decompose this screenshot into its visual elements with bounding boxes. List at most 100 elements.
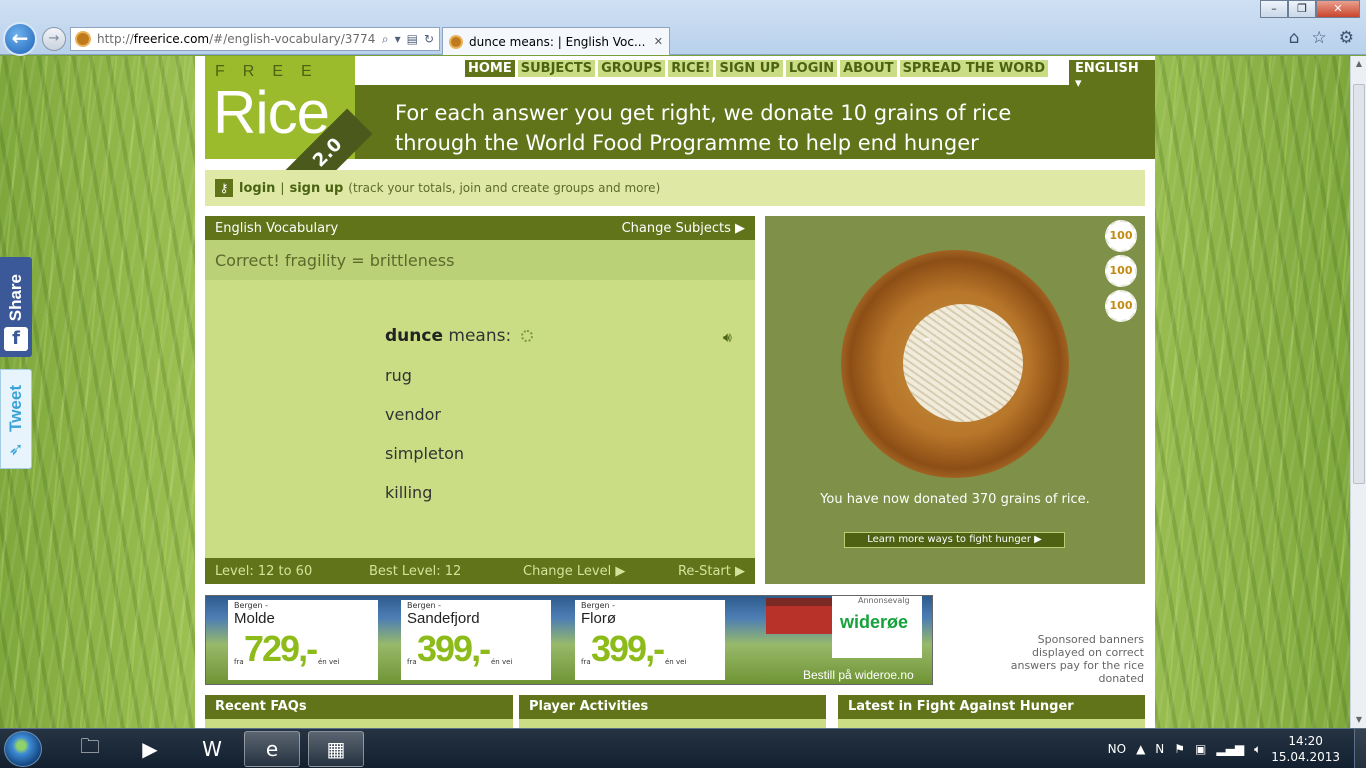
language-selector[interactable]: ENGLISH ▾ xyxy=(1069,60,1155,92)
ad-choices-link[interactable]: Annonsevalg xyxy=(858,596,910,605)
banner-line-1: For each answer you get right, we donate… xyxy=(395,101,1012,125)
signup-link[interactable]: sign up xyxy=(289,181,343,196)
twitter-bird-icon: ➶ xyxy=(8,439,24,460)
action-center-flag-icon[interactable]: ⚑ xyxy=(1174,742,1185,756)
word-icon[interactable]: W xyxy=(184,731,240,767)
share-label: Share xyxy=(6,273,25,321)
url-host: freerice.com xyxy=(133,32,210,46)
question: dunce means: xyxy=(385,326,533,346)
answer-option[interactable]: simpleton xyxy=(385,444,464,483)
nav-spread-the-word[interactable]: SPREAD THE WORD xyxy=(899,60,1049,77)
level-range: Level: 12 to 60 xyxy=(215,563,313,579)
tab-favicon-icon xyxy=(449,34,463,49)
browser-chrome: – ❐ ✕ ← → http://freerice.com/#/english-… xyxy=(0,0,1366,56)
show-desktop-button[interactable] xyxy=(1354,729,1366,768)
home-icon[interactable]: ⌂ xyxy=(1289,28,1300,48)
explorer-folder-icon[interactable]: 🗀︎ xyxy=(62,731,118,767)
volume-icon[interactable]: 🔈︎ xyxy=(1254,742,1261,757)
rice-panel: 100 100 100 You have now donated 370 gra… xyxy=(765,216,1145,584)
restart-link[interactable]: Re-Start ▶ xyxy=(678,564,745,579)
freerice-logo[interactable]: FREE Rice 2.0 xyxy=(205,56,373,198)
banner-text: For each answer you get right, we donate… xyxy=(395,98,1011,158)
refresh-icon[interactable]: ↻ xyxy=(424,32,434,47)
question-means: means: xyxy=(448,326,512,346)
login-separator: | xyxy=(280,181,285,195)
favorites-star-icon[interactable]: ☆ xyxy=(1312,28,1327,48)
answer-option[interactable]: rug xyxy=(385,366,464,405)
ad-banner[interactable]: Bergen - Molde 729,- fra én vei Bergen -… xyxy=(205,595,933,685)
vertical-scrollbar[interactable]: ▲ ▼ xyxy=(1350,56,1366,728)
ad-fare-card[interactable]: Bergen - Florø 399,- fra én vei xyxy=(575,600,725,680)
ad-fra: fra xyxy=(234,658,244,666)
ad-one-way: én vei xyxy=(491,658,513,666)
coin-100-badge: 100 xyxy=(1105,255,1137,287)
ad-city: Sandefjord xyxy=(407,610,480,627)
compat-view-icon[interactable]: ▤ xyxy=(407,32,418,47)
nav-home[interactable]: HOME xyxy=(465,60,515,77)
tab-title: dunce means: | English Voc... xyxy=(469,34,646,49)
twitter-tweet-tab[interactable]: Tweet ➶ xyxy=(0,369,32,469)
dropdown-arrow-icon[interactable]: ▾ xyxy=(395,32,401,47)
wideroe-logo: widerøe xyxy=(832,596,922,658)
nav-rice[interactable]: RICE! xyxy=(668,60,714,77)
windows-taskbar: 🗀︎ ▶ W e ▦ NO ▲ N ⚑ ▣ ▂▄▆ 🔈︎ 14:20 15.04… xyxy=(0,728,1366,768)
scrollbar-thumb[interactable] xyxy=(1353,84,1365,484)
question-word: dunce xyxy=(385,326,443,346)
forward-button[interactable]: → xyxy=(42,27,66,51)
browser-tab-active[interactable]: dunce means: | English Voc... ✕ xyxy=(442,27,670,55)
tray-expand-icon[interactable]: ▲ xyxy=(1136,742,1145,756)
clock-time: 14:20 xyxy=(1288,734,1323,748)
tab-close-icon[interactable]: ✕ xyxy=(654,35,663,48)
coin-100-badge: 100 xyxy=(1105,290,1137,322)
answer-option[interactable]: vendor xyxy=(385,405,464,444)
device-icon[interactable]: ▣ xyxy=(1195,742,1206,756)
latest-hunger-title: Latest in Fight Against Hunger xyxy=(838,695,1145,719)
rice-grains xyxy=(903,304,1023,422)
best-level: Best Level: 12 xyxy=(369,563,462,579)
scroll-down-icon[interactable]: ▼ xyxy=(1351,712,1366,728)
ad-fra: fra xyxy=(581,658,591,666)
media-player-icon[interactable]: ▶ xyxy=(122,731,178,767)
close-button[interactable]: ✕ xyxy=(1316,0,1360,18)
scroll-up-icon[interactable]: ▲ xyxy=(1351,56,1366,72)
network-signal-icon[interactable]: ▂▄▆ xyxy=(1216,742,1244,756)
answer-list: rug vendor simpleton killing xyxy=(385,366,464,522)
logo-rice-text: Rice xyxy=(213,79,330,146)
ad-fare-card[interactable]: Bergen - Molde 729,- fra én vei xyxy=(228,600,378,680)
login-link[interactable]: login xyxy=(239,181,275,196)
minimize-button[interactable]: – xyxy=(1260,0,1288,18)
change-subjects-link[interactable]: Change Subjects ▶ xyxy=(622,221,745,236)
learn-more-button[interactable]: Learn more ways to fight hunger ▶ xyxy=(844,532,1065,548)
browser-toolbar-right: ⌂ ☆ ⚙ xyxy=(1289,28,1354,48)
previous-result: Correct! fragility = brittleness xyxy=(205,240,755,280)
player-activities-panel: Player Activities xyxy=(519,695,826,728)
recent-faqs-title: Recent FAQs xyxy=(205,695,513,719)
sticky-notes-icon[interactable]: ▦ xyxy=(308,731,364,767)
login-hint: (track your totals, join and create grou… xyxy=(348,181,661,195)
nav-subjects[interactable]: SUBJECTS xyxy=(517,60,596,77)
start-button[interactable] xyxy=(4,731,42,767)
keyboard-language[interactable]: NO xyxy=(1108,742,1126,756)
ad-cta[interactable]: Bestill på wideroe.no xyxy=(803,668,914,682)
url-path: /#/english-vocabulary/3774 xyxy=(209,32,376,46)
search-icon[interactable]: ⌕ xyxy=(382,32,389,47)
address-bar[interactable]: http://freerice.com/#/english-vocabulary… xyxy=(70,27,440,51)
quiz-footer: Level: 12 to 60 Best Level: 12 Change Le… xyxy=(205,558,755,584)
ad-fare-card[interactable]: Bergen - Sandefjord 399,- fra én vei xyxy=(401,600,551,680)
clock[interactable]: 14:20 15.04.2013 xyxy=(1271,733,1340,765)
nav-groups[interactable]: GROUPS xyxy=(598,60,666,77)
settings-gear-icon[interactable]: ⚙ xyxy=(1339,28,1354,48)
nav-about[interactable]: ABOUT xyxy=(840,60,897,77)
nav-sign-up[interactable]: SIGN UP xyxy=(716,60,783,77)
maximize-button[interactable]: ❐ xyxy=(1288,0,1316,18)
nav-login[interactable]: LOGIN xyxy=(785,60,838,77)
coin-100-badge: 100 xyxy=(1105,220,1137,252)
tray-app-icon[interactable]: N xyxy=(1155,742,1164,756)
banner-line-2: through the World Food Programme to help… xyxy=(395,131,979,155)
internet-explorer-icon[interactable]: e xyxy=(244,731,300,767)
answer-option[interactable]: killing xyxy=(385,483,464,522)
back-button[interactable]: ← xyxy=(3,22,37,56)
speaker-icon[interactable]: 🔊︎ xyxy=(723,330,732,346)
facebook-share-tab[interactable]: Share f xyxy=(0,257,32,357)
change-level-link[interactable]: Change Level ▶ xyxy=(523,564,677,579)
